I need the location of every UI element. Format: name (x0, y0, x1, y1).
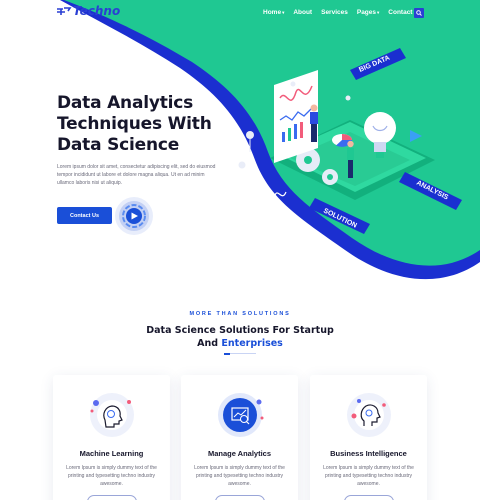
play-video-button[interactable] (114, 196, 154, 236)
card-description: Lorem Ipsum is simply dummy text of the … (323, 465, 414, 487)
section-title-line-1: Data Science Solutions For Startup (146, 325, 334, 336)
brain-icon (90, 393, 134, 437)
service-card-machine-learning[interactable]: Machine Learning Lorem Ipsum is simply d… (53, 375, 170, 500)
nav-item-services-label: Services (321, 9, 348, 16)
search-icon (416, 10, 422, 16)
hero-title-line-2: Techniques With (57, 114, 212, 134)
chevron-down-icon: ▾ (377, 10, 380, 15)
card-description: Lorem Ipsum is simply dummy text of the … (66, 465, 157, 487)
hero-title-line-3: Data Science (57, 135, 180, 155)
tag-big-data: BIG DATA (350, 48, 406, 80)
main-menu: Home▾ About Services Pages▾ Contact Us (263, 9, 432, 16)
hero-title-line-1: Data Analytics (57, 93, 194, 113)
triangle-icon (410, 130, 422, 142)
nav-item-services[interactable]: Services (321, 9, 348, 16)
hero-illustration: BIG DATA ANALYSIS SOLUTION (238, 48, 462, 234)
hero-title: Data Analytics Techniques With Data Scie… (57, 93, 257, 156)
logo[interactable]: Techno (56, 4, 120, 18)
card-title: Manage Analytics (207, 449, 272, 458)
search-button[interactable] (414, 8, 424, 18)
nav-item-pages[interactable]: Pages▾ (357, 9, 379, 16)
top-navigation: Techno Home▾ About Services Pages▾ Conta… (0, 0, 480, 26)
read-more-button[interactable] (344, 495, 394, 500)
section-divider (224, 353, 256, 355)
section-title-prefix: And (197, 338, 219, 349)
read-more-button[interactable] (87, 495, 137, 500)
service-card-business-intelligence[interactable]: Business Intelligence Lorem Ipsum is sim… (310, 375, 427, 500)
section-title: Data Science Solutions For Startup And E… (0, 324, 480, 350)
card-title: Business Intelligence (330, 449, 407, 458)
card-title: Machine Learning (79, 449, 144, 458)
logo-text: Techno (73, 4, 121, 18)
nav-item-about[interactable]: About (293, 9, 312, 16)
chevron-down-icon: ▾ (282, 10, 285, 15)
tag-analysis: ANALYSIS (399, 172, 462, 210)
section-title-line-2: And Enterprises (0, 337, 480, 350)
nav-item-home[interactable]: Home▾ (263, 9, 284, 16)
nav-item-pages-label: Pages (356, 9, 377, 16)
card-description: Lorem Ipsum is simply dummy text of the … (194, 465, 285, 487)
nav-item-home-label: Home (263, 9, 282, 16)
logo-mark-icon (57, 7, 72, 15)
contact-us-button[interactable]: Contact Us (57, 207, 112, 224)
head-gear-icon (347, 393, 391, 437)
nav-item-about-label: About (293, 9, 313, 16)
hero-description: Lorem ipsum dolor sit amet, consectetur … (57, 164, 216, 186)
service-card-manage-analytics[interactable]: Manage Analytics Lorem Ipsum is simply d… (181, 375, 298, 500)
read-more-button[interactable] (215, 495, 265, 500)
tag-solution: SOLUTION (309, 198, 370, 234)
analytics-icon (218, 393, 264, 437)
section-kicker: MORE THAN SOLUTIONS (189, 311, 291, 317)
section-title-accent: Enterprises (221, 338, 283, 349)
